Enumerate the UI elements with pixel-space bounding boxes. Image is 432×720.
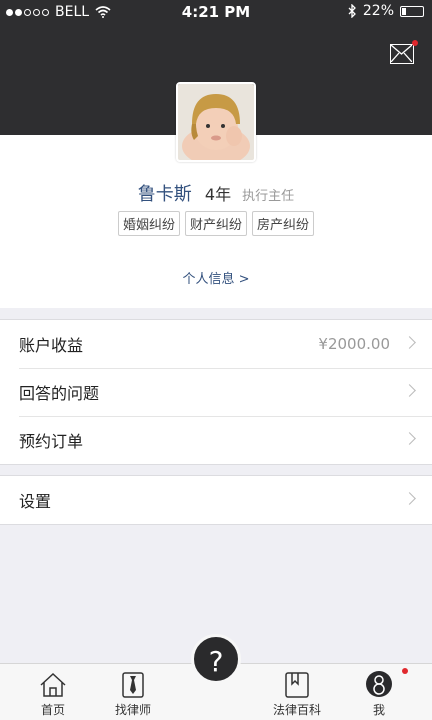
notification-dot bbox=[402, 668, 408, 674]
tab-label: 找律师 bbox=[114, 703, 151, 717]
avatar[interactable] bbox=[176, 82, 256, 162]
status-bar: BELL 4:21 PM 22% bbox=[0, 0, 432, 24]
chevron-right-icon bbox=[403, 336, 416, 349]
menu-label: 回答的问题 bbox=[19, 384, 100, 403]
bluetooth-icon bbox=[348, 4, 356, 18]
menu-row-earnings[interactable]: 账户收益 ¥2000.00 bbox=[0, 320, 432, 368]
menu-row-appointments[interactable]: 预约订单 bbox=[0, 416, 432, 464]
tab-find-lawyer[interactable]: 找律师 bbox=[98, 670, 168, 718]
account-menu: 账户收益 ¥2000.00 回答的问题 预约订单 bbox=[0, 319, 432, 465]
earnings-value: ¥2000.00 bbox=[318, 335, 390, 353]
tab-me[interactable]: 我 bbox=[344, 668, 414, 718]
home-icon bbox=[40, 672, 66, 697]
envelope-icon bbox=[391, 45, 412, 62]
name-row: 鲁卡斯 4年 执行主任 bbox=[0, 180, 432, 206]
tab-label: 我 bbox=[372, 703, 385, 717]
mail-button[interactable] bbox=[390, 40, 418, 64]
specialty-tag: 婚姻纠纷 bbox=[117, 211, 180, 236]
tab-encyclopedia[interactable]: 法律百科 bbox=[262, 670, 332, 718]
menu-label: 预约订单 bbox=[19, 432, 84, 451]
chevron-right-icon bbox=[403, 384, 416, 397]
book-icon bbox=[285, 672, 309, 698]
lawyer-name: 鲁卡斯 bbox=[137, 184, 192, 205]
menu-row-settings[interactable]: 设置 bbox=[0, 476, 432, 524]
personal-info-link[interactable]: 个人信息 > bbox=[0, 268, 432, 287]
job-title: 执行主任 bbox=[242, 189, 295, 204]
chevron-right-icon bbox=[403, 432, 416, 445]
help-button[interactable]: ? bbox=[191, 634, 241, 684]
lawyer-tie-icon bbox=[122, 672, 144, 698]
notification-dot bbox=[412, 40, 418, 46]
tab-label: 首页 bbox=[40, 703, 65, 717]
tab-label: 法律百科 bbox=[272, 703, 321, 717]
user-icon bbox=[366, 671, 392, 697]
years-experience: 4年 bbox=[204, 185, 232, 204]
chevron-right-icon bbox=[403, 492, 416, 505]
baby-photo bbox=[178, 84, 254, 160]
menu-row-answered-questions[interactable]: 回答的问题 bbox=[0, 368, 432, 416]
menu-label: 设置 bbox=[19, 492, 52, 511]
specialty-tag: 财产纠纷 bbox=[184, 211, 247, 236]
battery-percent: 22% bbox=[362, 3, 394, 19]
specialty-tag: 房产纠纷 bbox=[252, 211, 315, 236]
tab-home[interactable]: 首页 bbox=[18, 670, 88, 718]
specialty-tags: 婚姻纠纷 财产纠纷 房产纠纷 bbox=[0, 211, 432, 236]
menu-label: 账户收益 bbox=[19, 336, 84, 355]
battery-icon bbox=[400, 5, 424, 17]
settings-menu: 设置 bbox=[0, 475, 432, 525]
